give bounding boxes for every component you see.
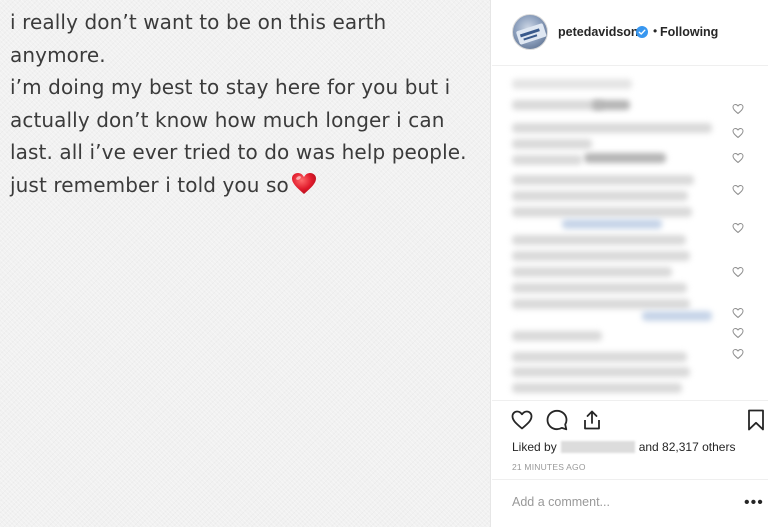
blurred-comment-line	[512, 251, 690, 261]
comment-like-heart-icon[interactable]	[732, 103, 744, 115]
username-link[interactable]: petedavidson	[558, 25, 639, 39]
comment-like-heart-icon[interactable]	[732, 152, 744, 164]
comment-like-heart-icon[interactable]	[732, 266, 744, 278]
red-heart-emoji-icon	[291, 172, 316, 194]
blurred-comment-line	[512, 191, 688, 201]
post-timestamp[interactable]: 21 MINUTES AGO	[512, 462, 586, 472]
comments-list[interactable]	[492, 67, 768, 401]
blurred-comment-line	[512, 123, 712, 133]
comment-like-heart-icon[interactable]	[732, 184, 744, 196]
post-action-bar	[492, 406, 768, 436]
post-image: i really don’t want to be on this earth …	[0, 0, 491, 527]
post-caption-text: i really don’t want to be on this earth …	[10, 6, 485, 201]
blurred-comment-line	[642, 311, 712, 321]
verified-badge-icon	[636, 26, 648, 38]
blurred-liker-name	[560, 441, 635, 453]
blurred-comment-line	[512, 299, 690, 309]
likes-summary: Liked by and 82,317 others	[512, 440, 735, 454]
comment-like-heart-icon[interactable]	[732, 348, 744, 360]
blurred-comment-line	[512, 283, 687, 293]
separator-dot: •	[653, 24, 658, 38]
add-comment-input[interactable]	[512, 492, 722, 512]
following-button[interactable]: Following	[660, 25, 718, 39]
like-heart-icon[interactable]	[510, 408, 534, 432]
blurred-comment-line	[512, 155, 582, 165]
comment-bubble-icon[interactable]	[545, 408, 569, 432]
post-side-panel: petedavidson • Following Liked by and 82…	[492, 0, 768, 527]
add-comment-section: •••	[492, 479, 768, 527]
blurred-comment-line	[584, 153, 666, 163]
comment-like-heart-icon[interactable]	[732, 222, 744, 234]
liked-by-label: Liked by	[512, 440, 557, 454]
blurred-comment-line	[512, 383, 682, 393]
blurred-comment-line	[512, 207, 692, 217]
blurred-comment-line	[512, 367, 690, 377]
avatar[interactable]	[512, 14, 548, 50]
blurred-comment-line	[562, 219, 662, 229]
blurred-comment-line	[592, 100, 630, 110]
blurred-comment-line	[512, 175, 694, 185]
post-text: i really don’t want to be on this earth …	[10, 10, 467, 197]
comment-like-heart-icon[interactable]	[732, 307, 744, 319]
post-header: petedavidson • Following	[492, 0, 768, 66]
blurred-comment-line	[512, 139, 592, 149]
blurred-comment-line	[512, 79, 632, 89]
avatar-image-icon	[516, 23, 547, 45]
share-upload-icon[interactable]	[580, 408, 604, 432]
comment-like-heart-icon[interactable]	[732, 127, 744, 139]
likes-count-link[interactable]: and 82,317 others	[639, 440, 736, 454]
blurred-comment-line	[512, 235, 686, 245]
more-options-icon[interactable]: •••	[744, 494, 764, 512]
blurred-comment-line	[512, 331, 602, 341]
blurred-comment-line	[512, 100, 604, 110]
bookmark-icon[interactable]	[744, 408, 768, 432]
blurred-comment-line	[512, 352, 687, 362]
blurred-comment-line	[512, 267, 672, 277]
comment-like-heart-icon[interactable]	[732, 327, 744, 339]
